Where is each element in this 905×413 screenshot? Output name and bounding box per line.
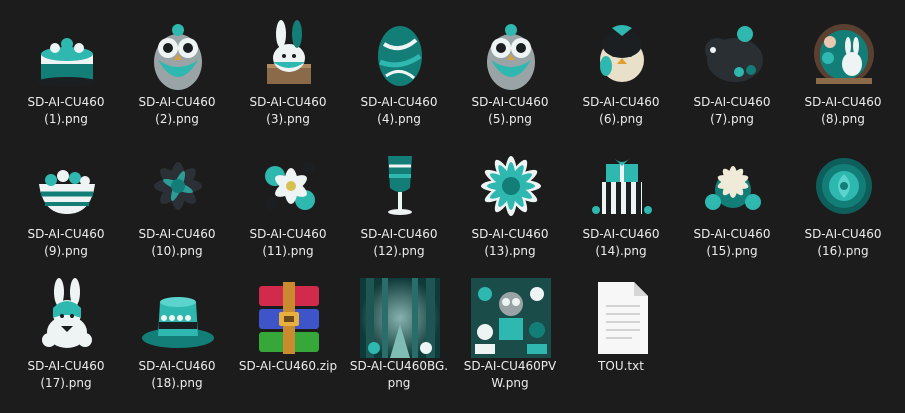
file-item[interactable]: SD-AI-CU460 (2).png [122, 6, 232, 138]
wine-glass-icon [360, 146, 440, 226]
flower-cluster-icon [249, 146, 329, 226]
file-name: TOU.txt [598, 359, 644, 373]
bunny-icon [249, 14, 329, 94]
file-item[interactable]: SD-AI-CU460BG. png [344, 270, 454, 402]
hat-icon [138, 278, 218, 358]
file-item[interactable]: SD-AI-CU460.zip [233, 270, 343, 402]
dark-flower-icon [138, 146, 218, 226]
file-name: SD-AI-CU460 (6).png [582, 95, 660, 126]
text-document-icon [582, 278, 662, 358]
teal-flower-icon [471, 146, 551, 226]
file-name: SD-AI-CU460 (16).png [804, 227, 882, 258]
file-item[interactable]: SD-AI-CU460 (15).png [677, 138, 787, 270]
file-name: SD-AI-CU460 (17).png [27, 359, 105, 390]
file-item[interactable]: SD-AI-CU460 (11).png [233, 138, 343, 270]
file-item[interactable]: SD-AI-CU460 (13).png [455, 138, 565, 270]
file-name: SD-AI-CU460PV W.png [463, 359, 557, 390]
file-name: SD-AI-CU460 (15).png [693, 227, 771, 258]
egg-icon [360, 14, 440, 94]
file-name: SD-AI-CU460 (14).png [582, 227, 660, 258]
file-name: SD-AI-CU460 (7).png [693, 95, 771, 126]
sheep-icon [693, 14, 773, 94]
chick-icon [582, 14, 662, 94]
gift-cake-icon [582, 146, 662, 226]
file-item[interactable]: SD-AI-CU460 (16).png [788, 138, 898, 270]
owl-icon [138, 14, 218, 94]
file-item[interactable]: SD-AI-CU460 (12).png [344, 138, 454, 270]
file-item[interactable]: SD-AI-CU460 (5).png [455, 6, 565, 138]
file-item[interactable]: SD-AI-CU460 (4).png [344, 6, 454, 138]
file-name: SD-AI-CU460 (8).png [804, 95, 882, 126]
file-name: SD-AI-CU460 (10).png [138, 227, 216, 258]
file-name: SD-AI-CU460 (9).png [27, 227, 105, 258]
file-name: SD-AI-CU460 (12).png [360, 227, 438, 258]
file-item[interactable]: TOU.txt [566, 270, 676, 402]
file-item[interactable]: SD-AI-CU460PV W.png [455, 270, 565, 402]
file-name: SD-AI-CU460 (3).png [249, 95, 327, 126]
file-name: SD-AI-CU460 (1).png [27, 95, 105, 126]
file-name: SD-AI-CU460 (4).png [360, 95, 438, 126]
preview-collage-icon [471, 278, 551, 358]
file-item[interactable]: SD-AI-CU460 (18).png [122, 270, 232, 402]
lily-cluster-icon [693, 146, 773, 226]
owl-icon [471, 14, 551, 94]
plush-bunny-icon [27, 278, 107, 358]
file-name: SD-AI-CU460.zip [238, 359, 338, 373]
file-item[interactable]: SD-AI-CU460 (14).png [566, 138, 676, 270]
file-item[interactable]: SD-AI-CU460 (7).png [677, 6, 787, 138]
file-item[interactable]: SD-AI-CU460 (17).png [11, 270, 121, 402]
file-name: SD-AI-CU460 (5).png [471, 95, 549, 126]
forest-background-icon [360, 278, 440, 358]
file-item[interactable]: SD-AI-CU460 (3).png [233, 6, 343, 138]
bunny-scene-icon [804, 14, 884, 94]
file-name: SD-AI-CU460 (18).png [138, 359, 216, 390]
rose-icon [804, 146, 884, 226]
file-name: SD-AI-CU460 (13).png [471, 227, 549, 258]
egg-bowl-icon [27, 146, 107, 226]
file-name: SD-AI-CU460BG. png [349, 359, 449, 390]
file-item[interactable]: SD-AI-CU460 (6).png [566, 6, 676, 138]
file-name: SD-AI-CU460 (2).png [138, 95, 216, 126]
file-item[interactable]: SD-AI-CU460 (1).png [11, 6, 121, 138]
file-grid: SD-AI-CU460 (1).png SD-AI-CU460 (2).png SD… [0, 0, 905, 413]
file-item[interactable]: SD-AI-CU460 (9).png [11, 138, 121, 270]
file-item[interactable]: SD-AI-CU460 (8).png [788, 6, 898, 138]
winrar-archive-icon [249, 278, 329, 358]
cake-icon [27, 14, 107, 94]
file-item[interactable]: SD-AI-CU460 (10).png [122, 138, 232, 270]
file-name: SD-AI-CU460 (11).png [249, 227, 327, 258]
